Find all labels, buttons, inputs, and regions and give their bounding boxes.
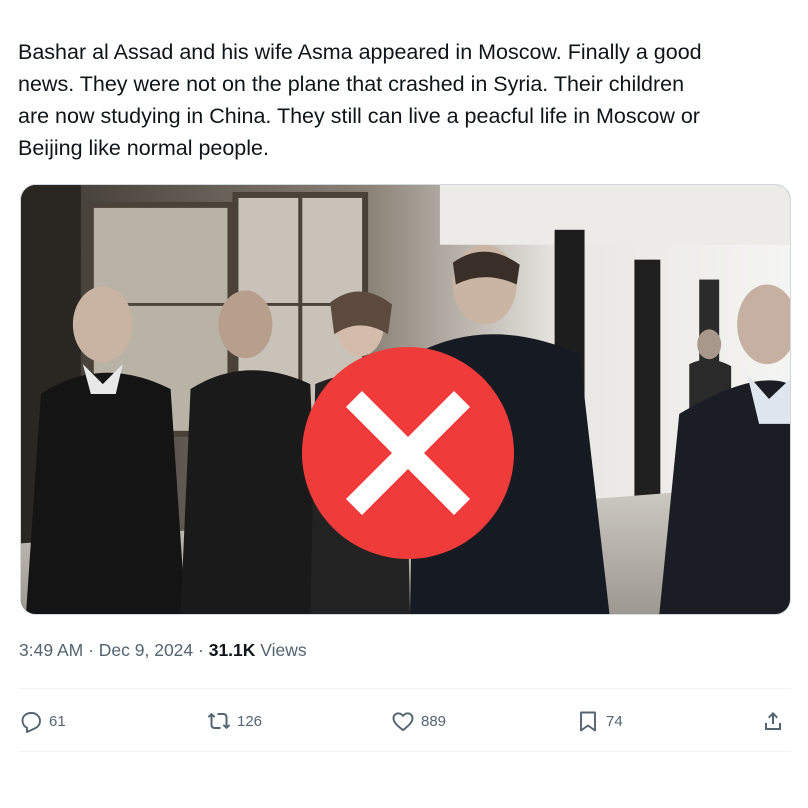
share-icon <box>765 712 781 730</box>
divider <box>19 751 791 752</box>
tweet-media-image[interactable] <box>20 184 791 615</box>
views-label: Views <box>255 640 307 660</box>
like-count: 889 <box>421 712 447 730</box>
repost-count: 126 <box>237 712 263 730</box>
repost-button[interactable]: 126 <box>207 703 262 739</box>
meta-separator: · <box>193 640 209 660</box>
divider <box>19 688 791 689</box>
reply-icon <box>21 712 41 733</box>
reply-count: 61 <box>49 712 66 730</box>
reply-button[interactable]: 61 <box>19 703 66 739</box>
tweet-metadata: 3:49 AM · Dec 9, 2024 · 31.1K Views <box>19 640 307 661</box>
bookmark-count: 74 <box>606 712 623 730</box>
like-icon <box>392 712 414 732</box>
meta-separator: · <box>83 640 99 660</box>
views-count: 31.1K <box>208 640 256 660</box>
tweet-date[interactable]: Dec 9, 2024 <box>99 640 193 660</box>
tweet-actions-bar: 61 126 889 74 <box>19 703 791 739</box>
share-button[interactable] <box>761 703 791 739</box>
repost-icon <box>207 712 231 730</box>
tweet-text: Bashar al Assad and his wife Asma appear… <box>18 40 702 160</box>
bookmark-icon <box>580 711 596 732</box>
like-button[interactable]: 889 <box>391 703 446 739</box>
tweet-time[interactable]: 3:49 AM <box>19 640 83 660</box>
bookmark-button[interactable]: 74 <box>576 703 623 739</box>
red-x-icon <box>302 347 514 559</box>
